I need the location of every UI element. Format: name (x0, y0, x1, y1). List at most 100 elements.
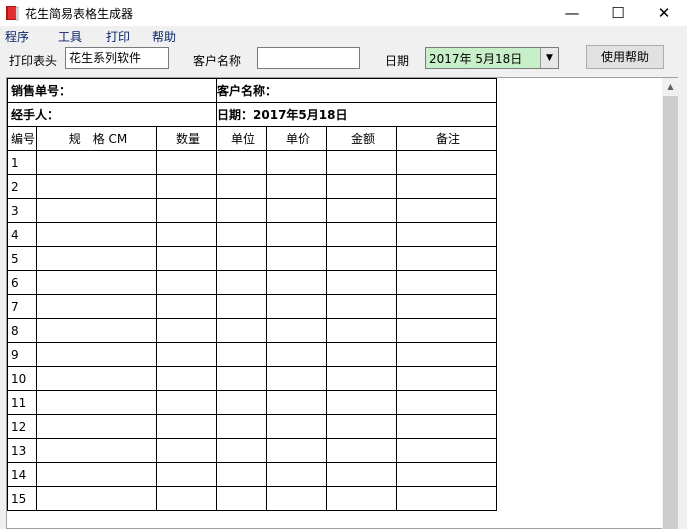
minimize-button[interactable]: — (549, 0, 595, 26)
table-cell[interactable] (266, 462, 328, 487)
table-cell[interactable] (155, 342, 218, 367)
vertical-scrollbar[interactable]: ▲ (662, 78, 679, 529)
table-cell[interactable] (396, 246, 498, 271)
table-cell[interactable] (266, 414, 328, 439)
table-cell[interactable] (36, 462, 157, 487)
table-cell[interactable] (266, 342, 328, 367)
table-cell[interactable] (396, 390, 498, 415)
table-cell[interactable] (326, 486, 398, 511)
scroll-up-arrow-icon[interactable]: ▲ (662, 78, 679, 95)
table-cell[interactable] (266, 222, 328, 247)
table-cell[interactable] (155, 414, 218, 439)
table-cell[interactable] (155, 462, 218, 487)
table-cell[interactable] (155, 246, 218, 271)
table-cell[interactable] (396, 414, 498, 439)
table-cell[interactable] (36, 318, 157, 343)
table-cell[interactable] (326, 414, 398, 439)
table-cell[interactable] (216, 366, 268, 391)
table-cell[interactable] (266, 318, 328, 343)
table-cell[interactable] (216, 222, 268, 247)
table-cell[interactable] (36, 414, 157, 439)
chevron-down-icon[interactable]: ▼ (540, 48, 558, 68)
menu-print[interactable]: 打印 (106, 28, 130, 45)
table-cell[interactable] (155, 294, 218, 319)
table-cell[interactable] (216, 174, 268, 199)
date-picker[interactable]: 2017年 5月18日 ▼ (425, 47, 559, 69)
menu-tools[interactable]: 工具 (58, 28, 82, 45)
table-cell[interactable] (36, 270, 157, 295)
table-cell[interactable] (216, 486, 268, 511)
table-cell[interactable] (216, 198, 268, 223)
table-cell[interactable] (266, 174, 328, 199)
table-cell[interactable] (155, 390, 218, 415)
table-cell[interactable] (216, 390, 268, 415)
table-cell[interactable] (326, 438, 398, 463)
table-cell[interactable] (396, 150, 498, 175)
table-cell[interactable] (155, 318, 218, 343)
table-cell[interactable] (36, 486, 157, 511)
table-cell[interactable] (155, 438, 218, 463)
table-cell[interactable] (216, 342, 268, 367)
table-cell[interactable] (326, 150, 398, 175)
table-cell[interactable] (266, 438, 328, 463)
table-cell[interactable] (216, 318, 268, 343)
table-cell[interactable] (326, 222, 398, 247)
table-cell[interactable] (155, 150, 218, 175)
table-cell[interactable] (155, 366, 218, 391)
table-cell[interactable] (155, 486, 218, 511)
table-cell[interactable] (36, 198, 157, 223)
table-cell[interactable] (326, 246, 398, 271)
help-button[interactable]: 使用帮助 (586, 45, 664, 69)
table-cell[interactable] (396, 462, 498, 487)
table-cell[interactable] (36, 246, 157, 271)
table-cell[interactable] (326, 342, 398, 367)
menu-program[interactable]: 程序 (5, 28, 29, 45)
table-cell[interactable] (396, 270, 498, 295)
table-cell[interactable] (396, 486, 498, 511)
table-cell[interactable] (266, 390, 328, 415)
table-cell[interactable] (36, 438, 157, 463)
table-cell[interactable] (36, 150, 157, 175)
table-cell[interactable] (396, 438, 498, 463)
table-cell[interactable] (216, 414, 268, 439)
table-cell[interactable] (216, 150, 268, 175)
table-cell[interactable] (326, 294, 398, 319)
table-cell[interactable] (326, 366, 398, 391)
table-cell[interactable] (266, 486, 328, 511)
table-cell[interactable] (396, 342, 498, 367)
menu-help[interactable]: 帮助 (152, 28, 176, 45)
table-cell[interactable] (396, 222, 498, 247)
customer-name-input[interactable] (257, 47, 360, 69)
scrollbar-thumb[interactable] (663, 96, 678, 529)
table-cell[interactable] (36, 294, 157, 319)
table-cell[interactable] (326, 174, 398, 199)
table-cell[interactable] (266, 270, 328, 295)
table-cell[interactable] (36, 342, 157, 367)
table-cell[interactable] (36, 174, 157, 199)
table-cell[interactable] (396, 198, 498, 223)
table-cell[interactable] (266, 294, 328, 319)
maximize-button[interactable]: ☐ (595, 0, 641, 26)
table-cell[interactable] (396, 366, 498, 391)
table-cell[interactable] (326, 318, 398, 343)
table-cell[interactable] (326, 270, 398, 295)
table-cell[interactable] (216, 246, 268, 271)
table-cell[interactable] (266, 150, 328, 175)
table-cell[interactable] (216, 294, 268, 319)
table-cell[interactable] (396, 318, 498, 343)
table-cell[interactable] (155, 222, 218, 247)
table-cell[interactable] (266, 246, 328, 271)
table-cell[interactable] (216, 462, 268, 487)
table-cell[interactable] (326, 462, 398, 487)
print-header-input[interactable]: 花生系列软件 (65, 47, 169, 69)
table-cell[interactable] (266, 198, 328, 223)
close-button[interactable]: ✕ (641, 0, 687, 26)
table-cell[interactable] (155, 270, 218, 295)
table-cell[interactable] (216, 270, 268, 295)
table-cell[interactable] (216, 438, 268, 463)
table-cell[interactable] (155, 174, 218, 199)
table-cell[interactable] (36, 390, 157, 415)
table-cell[interactable] (36, 366, 157, 391)
table-cell[interactable] (36, 222, 157, 247)
table-cell[interactable] (396, 174, 498, 199)
